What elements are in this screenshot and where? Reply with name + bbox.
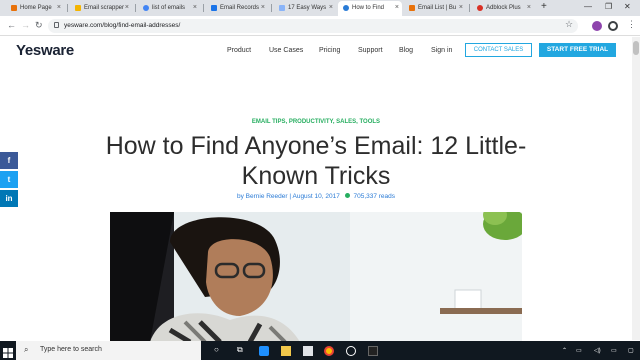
url-text: yesware.com/blog/find-email-addresses/ (64, 22, 181, 29)
chrome-icon[interactable] (324, 346, 334, 356)
tab-label: Home Page (20, 5, 52, 11)
extension-icon[interactable] (592, 21, 602, 31)
search-icon: ⌕ (24, 345, 29, 354)
close-icon[interactable]: × (395, 4, 399, 11)
tab-label: Adblock Plus (486, 5, 521, 11)
logo-text: Yesware (16, 42, 74, 59)
tab-label: Email scrapper (84, 5, 125, 11)
yesware-favicon-icon (343, 5, 349, 11)
task-view-icon[interactable]: ⧉ (237, 345, 247, 355)
nav-support[interactable]: Support (358, 47, 383, 54)
maximize-icon[interactable]: ❐ (605, 2, 612, 11)
hero-image (110, 212, 522, 342)
nav-pricing[interactable]: Pricing (319, 47, 340, 54)
notification-icon[interactable]: ▢ (628, 347, 634, 354)
volume-icon[interactable]: ◁) (594, 347, 601, 354)
close-icon[interactable]: × (193, 4, 197, 11)
tab-how-to-find[interactable]: How to Find × (338, 1, 402, 16)
close-icon[interactable]: × (261, 4, 265, 11)
close-icon[interactable]: × (459, 4, 463, 11)
search-placeholder: Type here to search (40, 346, 102, 353)
tray-chevron-icon[interactable]: ⌃ (562, 347, 567, 354)
google-icon (143, 5, 149, 11)
tab-email-scrapper[interactable]: Email scrapper × (70, 1, 132, 16)
tab-label: How to Find (352, 5, 385, 11)
browser-tab-strip: Home Page × Email scrapper × list of ema… (0, 0, 640, 16)
tab-label: Email List | Bu (418, 5, 457, 11)
tab-favicon (11, 5, 17, 11)
author-date[interactable]: by Bernie Reeder | August 10, 2017 (237, 193, 340, 200)
tab-separator (135, 4, 136, 12)
tab-label: Email Records (220, 5, 260, 11)
article-title: How to Find Anyone’s Email: 12 Little-Kn… (105, 132, 527, 190)
tab-home-page[interactable]: Home Page × (6, 1, 64, 16)
nav-product[interactable]: Product (227, 47, 251, 54)
yesware-logo[interactable]: Yesware (16, 42, 74, 59)
keyboard-icon[interactable]: ▭ (611, 347, 617, 354)
adblock-icon (477, 5, 483, 11)
file-explorer-icon[interactable] (281, 346, 291, 356)
windows-start-icon[interactable] (3, 345, 13, 358)
tab-separator (203, 4, 204, 12)
tab-email-records[interactable]: Email Records × (206, 1, 268, 16)
menu-dots-icon[interactable]: ⋮ (627, 19, 636, 30)
windows-taskbar: ⌕ Type here to search ○ ⧉ ⌃ ▭ ◁) ▭ ▢ (0, 341, 640, 360)
contact-sales-button[interactable]: CONTACT SALES (465, 43, 532, 57)
lock-icon (54, 22, 59, 28)
network-icon[interactable]: ▭ (576, 347, 582, 354)
taskbar-search-input[interactable]: ⌕ Type here to search (16, 341, 201, 360)
nav-blog[interactable]: Blog (399, 47, 413, 54)
nav-sign-in[interactable]: Sign in (431, 47, 452, 54)
start-free-trial-button[interactable]: START FREE TRIAL (539, 43, 616, 57)
scrollbar-thumb[interactable] (633, 41, 639, 55)
app-icon[interactable] (346, 346, 356, 356)
reads-dot-icon (344, 193, 350, 198)
site-header: Yesware Product Use Cases Pricing Suppor… (0, 37, 640, 65)
close-icon[interactable]: × (329, 4, 333, 11)
bookmark-star-icon[interactable]: ☆ (565, 19, 573, 30)
close-icon[interactable]: × (527, 4, 531, 11)
tab-label: list of emails (152, 5, 186, 11)
tab-separator (67, 4, 68, 12)
tab-favicon (409, 5, 415, 11)
facebook-icon[interactable]: f (0, 152, 18, 169)
address-toolbar: ← → ↻ yesware.com/blog/find-email-addres… (0, 16, 640, 36)
url-bar[interactable]: yesware.com/blog/find-email-addresses/ (48, 19, 578, 33)
close-icon[interactable]: × (125, 4, 129, 11)
read-count: 705,337 reads (353, 193, 396, 200)
article-categories[interactable]: EMAIL TIPS, PRODUCTIVITY, SALES, TOOLS (0, 119, 632, 125)
tab-email-list[interactable]: Email List | Bu × (404, 1, 466, 16)
tab-separator (271, 4, 272, 12)
reload-icon[interactable]: ↻ (35, 20, 43, 31)
minimize-icon[interactable]: — (584, 2, 592, 11)
tab-separator (469, 4, 470, 12)
edge-icon[interactable] (259, 346, 269, 356)
nav-use-cases[interactable]: Use Cases (269, 47, 303, 54)
tab-17-easy-ways[interactable]: 17 Easy Ways × (274, 1, 336, 16)
tab-favicon (211, 5, 217, 11)
tab-favicon (75, 5, 81, 11)
article-byline: by Bernie Reeder | August 10, 2017 705,3… (0, 193, 632, 200)
forward-icon[interactable]: → (21, 20, 30, 30)
terminal-icon[interactable] (368, 346, 378, 356)
page-scrollbar[interactable] (632, 37, 640, 340)
close-icon[interactable]: × (57, 4, 61, 11)
store-icon[interactable] (303, 346, 313, 356)
new-tab-button[interactable]: + (541, 1, 547, 12)
tab-favicon (279, 5, 285, 11)
twitter-icon[interactable]: t (0, 171, 18, 188)
window-close-icon[interactable]: ✕ (624, 2, 631, 11)
tab-label: 17 Easy Ways (288, 5, 327, 11)
profile-avatar-icon[interactable] (608, 21, 618, 31)
tab-list-of-emails[interactable]: list of emails × (138, 1, 200, 16)
back-icon[interactable]: ← (7, 20, 16, 30)
tab-adblock-plus[interactable]: Adblock Plus × (472, 1, 534, 16)
cortana-icon[interactable]: ○ (214, 345, 224, 355)
